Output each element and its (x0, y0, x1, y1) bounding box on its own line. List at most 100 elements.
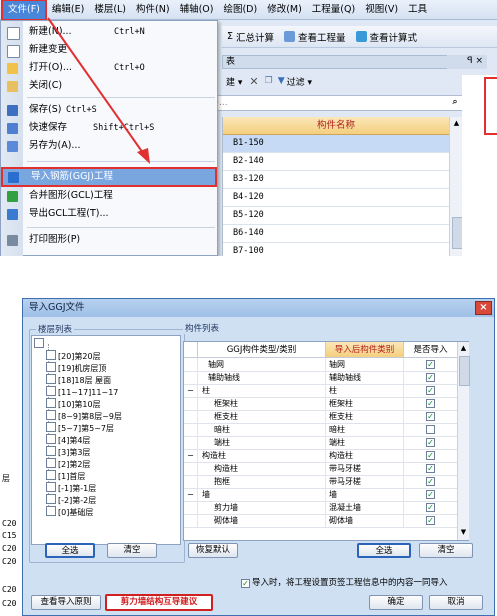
target-type-cell[interactable]: 柱 (326, 384, 404, 397)
clear-components-button[interactable]: 清空 (419, 543, 473, 558)
target-type-cell[interactable]: 构造柱 (326, 449, 404, 462)
table-row[interactable]: 框架柱 框架柱 ✓ (184, 397, 458, 411)
target-type-cell[interactable]: 辅助轴线 (326, 371, 404, 384)
import-checkbox[interactable]: ✓ (426, 490, 435, 499)
floor-item[interactable]: [8~9]第8层~9层 (46, 410, 122, 422)
floor-item[interactable]: [10]第10层 (46, 398, 101, 410)
menu-axis[interactable]: 辅轴(O) (175, 1, 219, 19)
table-row[interactable]: − 柱柱 ✓ (184, 384, 458, 398)
target-type-cell[interactable]: 带马牙槎 (326, 462, 404, 475)
scroll-up-icon[interactable]: ▲ (452, 119, 461, 128)
menu-floor[interactable]: 楼层(L) (89, 1, 131, 19)
floor-checkbox[interactable] (46, 410, 56, 420)
import-project-info-option[interactable]: ✓ 导入时，将工程设置页签工程信息中的内容一同导入 (241, 577, 448, 589)
menu-modify[interactable]: 修改(M) (262, 1, 307, 19)
floor-checkbox[interactable] (46, 446, 56, 456)
table-row[interactable]: B7-100 (223, 243, 449, 256)
import-checkbox[interactable]: ✓ (426, 360, 435, 369)
clear-floors-button[interactable]: 清空 (107, 543, 157, 558)
floor-item[interactable]: [0]基础层 (46, 506, 93, 518)
target-type-cell[interactable]: 带马牙槎 (326, 475, 404, 488)
collapse-icon[interactable]: − (187, 451, 194, 460)
floor-checkbox[interactable] (46, 434, 56, 444)
target-type-cell[interactable]: 暗柱 (326, 423, 404, 436)
menu-item-import-ggj[interactable]: 导入钢筋(GGJ)工程 (1, 167, 217, 187)
floor-checkbox[interactable] (46, 458, 56, 468)
floor-checkbox[interactable] (46, 350, 56, 360)
table-row[interactable]: 砌体墙 砌体墙 ✓ (184, 514, 458, 528)
table-row[interactable]: 剪力墙 混凝土墙 ✓ (184, 501, 458, 515)
search-input[interactable]: 件... (205, 95, 465, 111)
floor-checkbox[interactable] (46, 422, 56, 432)
menu-item-print[interactable]: 打印图形(P) (1, 231, 217, 249)
panel-pin-close[interactable]: ꟼ × (447, 55, 487, 69)
floor-checkbox[interactable] (46, 362, 56, 372)
menu-item-quick-save[interactable]: 快速保存 Shift+Ctrl+S (1, 119, 217, 137)
filter-icon[interactable]: ▼ (276, 76, 287, 86)
table-row[interactable]: B6-140 (223, 225, 449, 243)
table-row[interactable]: 轴网 轴网 ✓ (184, 358, 458, 372)
floor-item[interactable]: [3]第3层 (46, 446, 90, 458)
import-project-info-checkbox[interactable]: ✓ (241, 579, 250, 588)
table-row[interactable]: B4-120 (223, 189, 449, 207)
target-type-cell[interactable]: 砌体墙 (326, 514, 404, 527)
target-type-cell[interactable]: 框架柱 (326, 397, 404, 410)
collapse-icon[interactable]: − (187, 386, 194, 395)
import-checkbox[interactable]: ✓ (426, 438, 435, 447)
table-row[interactable]: 框支柱 框支柱 ✓ (184, 410, 458, 424)
target-type-cell[interactable]: 混凝土墙 (326, 501, 404, 514)
menu-component[interactable]: 构件(N) (131, 1, 175, 19)
menu-item-export-gcl[interactable]: 导出GCL工程(T)... (1, 205, 217, 223)
import-checkbox[interactable]: ✓ (426, 386, 435, 395)
delete-icon[interactable]: ✕ (246, 75, 261, 88)
close-icon[interactable]: × (475, 301, 492, 315)
floor-item[interactable]: [11~17]11~17 (46, 386, 118, 398)
floor-item[interactable]: [20]第20层 (46, 350, 101, 362)
menu-item-new[interactable]: 新建(N)... Ctrl+N (1, 23, 217, 41)
menu-item-save[interactable]: 保存(S) Ctrl+S (1, 101, 217, 119)
import-checkbox[interactable]: ✓ (426, 412, 435, 421)
select-all-components-button[interactable]: 全选 (357, 543, 411, 558)
target-type-cell[interactable]: 框支柱 (326, 410, 404, 423)
floor-item[interactable]: [19]机房层顶 (46, 362, 106, 374)
floor-item[interactable]: [4]第4层 (46, 434, 90, 446)
table-row[interactable]: 抱框 带马牙槎 ✓ (184, 475, 458, 489)
menu-quantity[interactable]: 工程量(Q) (307, 1, 360, 19)
restore-default-button[interactable]: 恢复默认 (188, 543, 238, 558)
table-row[interactable]: B3-120 (223, 171, 449, 189)
table-row[interactable]: B5-120 (223, 207, 449, 225)
shear-wall-advice-button[interactable]: 剪力墙结构互导建议 (105, 594, 213, 611)
table-row[interactable]: 构造柱 带马牙槎 ✓ (184, 462, 458, 476)
scroll-down-icon[interactable]: ▼ (459, 528, 468, 536)
target-type-cell[interactable]: 轴网 (326, 358, 404, 371)
scroll-thumb[interactable] (459, 356, 470, 386)
floor-checkbox[interactable] (46, 482, 56, 492)
import-checkbox[interactable]: ✓ (426, 399, 435, 408)
filter-button[interactable]: 过滤 ▾ (287, 75, 312, 88)
floor-checkbox[interactable] (46, 506, 56, 516)
table-row[interactable]: − 墙墙 ✓ (184, 488, 458, 502)
floor-item[interactable]: [18]18层 屋面 (46, 374, 111, 386)
select-all-floors-button[interactable]: 全选 (45, 543, 95, 558)
menu-draw[interactable]: 绘图(D) (218, 1, 262, 19)
menu-tools[interactable]: 工具 (403, 1, 432, 19)
floor-item[interactable]: [-2]第-2层 (46, 494, 96, 506)
tree-root[interactable] (32, 338, 46, 350)
scroll-up-icon[interactable]: ▲ (459, 344, 468, 352)
copy-icon[interactable]: ❐ (262, 76, 276, 86)
import-checkbox[interactable]: ✓ (426, 464, 435, 473)
floor-checkbox[interactable] (46, 470, 56, 480)
grid-scrollbar[interactable]: ▲ (449, 117, 463, 256)
import-checkbox[interactable]: ✓ (426, 373, 435, 382)
menu-file[interactable]: 文件(F) (1, 0, 47, 21)
cancel-button[interactable]: 取消 (429, 595, 483, 610)
table-row[interactable]: 辅助轴线 辅助轴线 ✓ (184, 371, 458, 385)
view-formula-button[interactable]: 查看计算式 (351, 27, 423, 47)
menu-item-merge-gcl[interactable]: 合并图形(GCL)工程 (1, 187, 217, 205)
new-component-button[interactable]: 建 ▾ (222, 75, 246, 88)
menu-item-new-change[interactable]: 新建变更 (1, 41, 217, 59)
menu-item-open[interactable]: 打开(O)... Ctrl+O (1, 59, 217, 77)
menu-edit[interactable]: 编辑(E) (47, 1, 89, 19)
expand-icon[interactable] (34, 338, 44, 348)
menu-item-close[interactable]: 关闭(C) (1, 77, 217, 95)
